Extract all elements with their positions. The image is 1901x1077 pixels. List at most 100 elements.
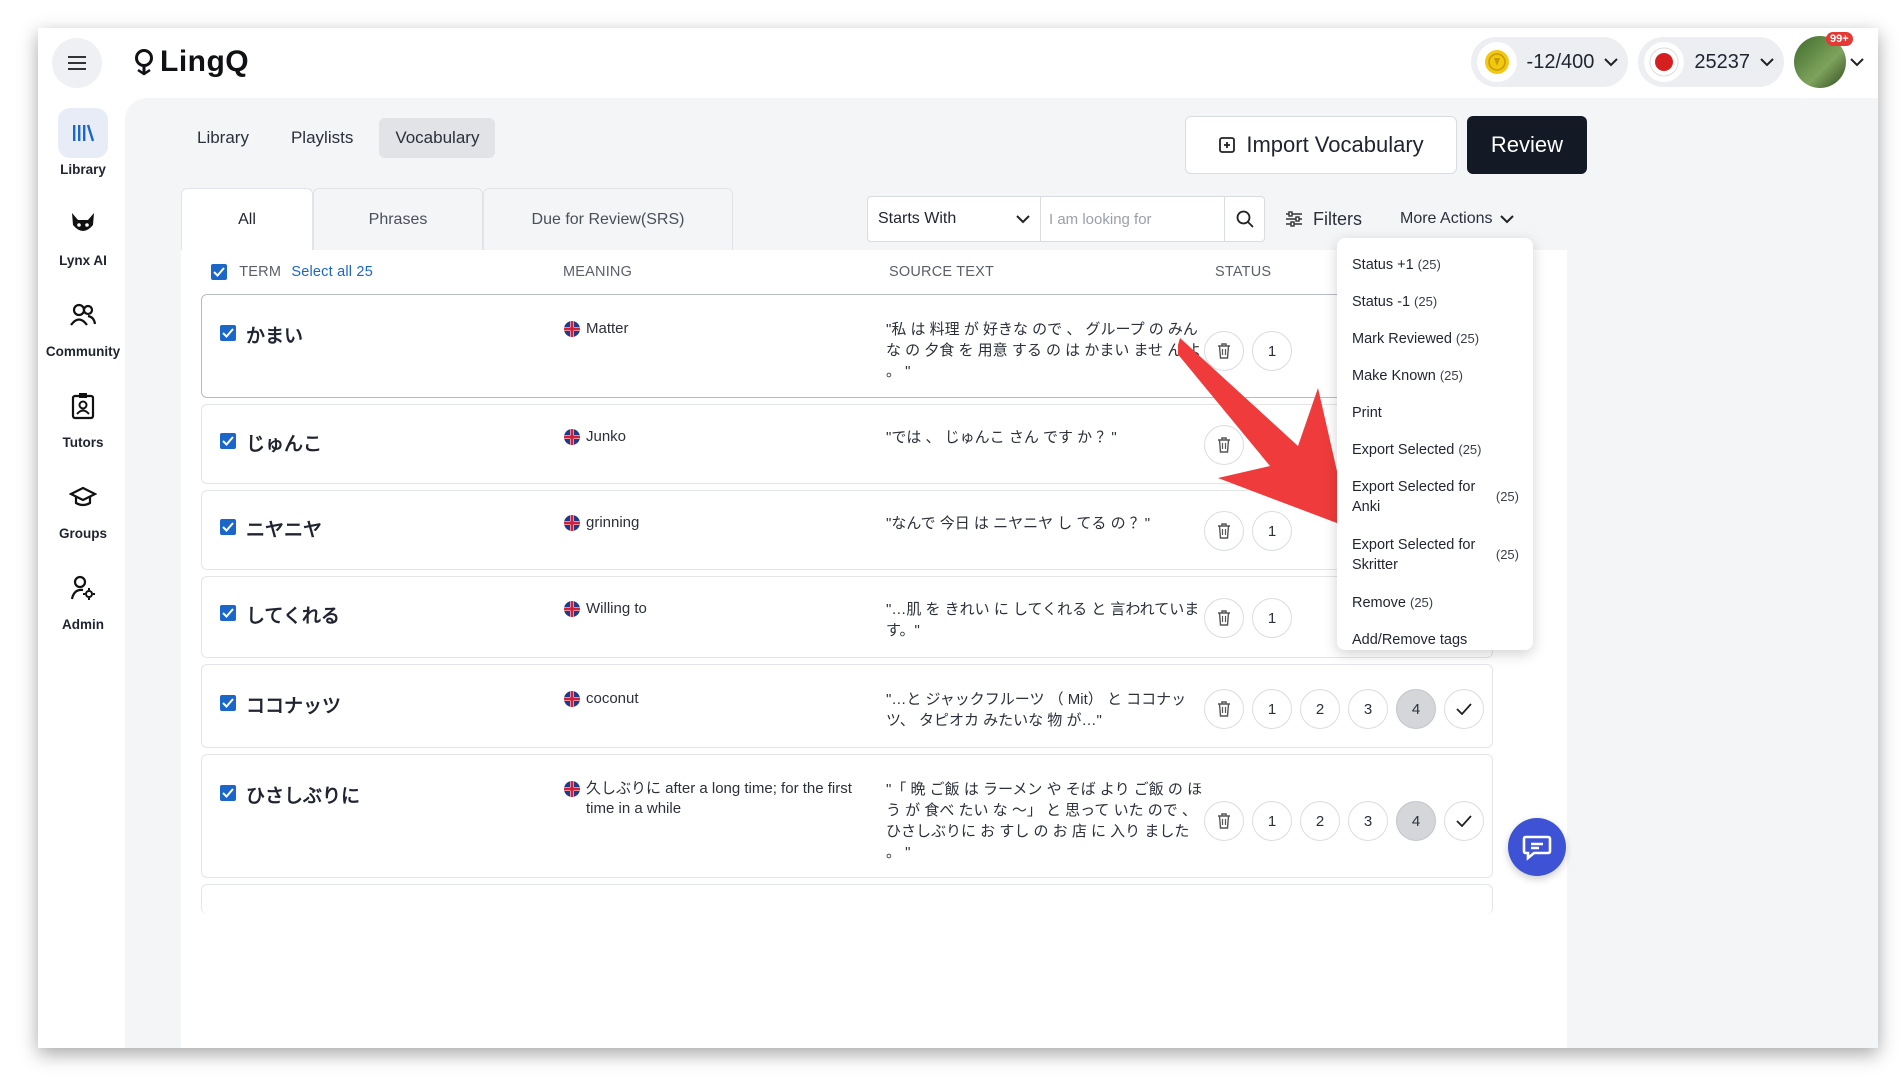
row-meaning: grinning [564,513,864,533]
menu-item-count: (25) [1455,330,1480,346]
menu-item-label: Export Selected for Anki [1352,479,1476,515]
menu-item-add-remove-tags[interactable]: Add/Remove tags [1337,621,1533,658]
sidebar-item-community[interactable]: Community [38,290,128,359]
menu-item-make-known[interactable]: Make Known (25) [1337,357,1533,394]
sidebar-item-groups[interactable]: Groups [38,472,128,541]
tab-playlists[interactable]: Playlists [275,118,369,158]
menu-item-status-plus-1[interactable]: Status +1 (25) [1337,246,1533,283]
table-row[interactable] [201,884,1493,914]
known-button[interactable] [1444,689,1484,729]
notification-badge: 99+ [1826,32,1853,46]
sidebar-item-lynx-ai[interactable]: Lynx AI [38,199,128,268]
subtab-phrases[interactable]: Phrases [313,188,483,250]
menu-item-status-minus-1[interactable]: Status -1 (25) [1337,283,1533,320]
row-term[interactable]: かまい [246,321,303,348]
uk-flag-icon [564,429,580,445]
hamburger-icon [68,56,86,70]
import-icon [1219,137,1236,153]
sidebar-item-admin[interactable]: Admin [38,563,128,632]
row-checkbox[interactable] [220,433,236,449]
sidebar-item-tutors[interactable]: Tutors [38,381,128,450]
header-right: -12/400 25237 99+ [1470,32,1864,88]
chevron-down-icon [1016,215,1030,224]
menu-item-remove[interactable]: Remove (25) [1337,584,1533,621]
menu-item-print[interactable]: Print [1337,394,1533,431]
menu-item-label: Status -1 [1352,293,1411,310]
more-actions-button[interactable]: More Actions [1400,210,1515,228]
row-term[interactable]: ひさしぶりに [246,781,360,808]
filters-icon [1286,211,1302,227]
table-row[interactable]: してくれる Willing to "…肌 を きれい に してくれる と 言われ… [201,576,1493,658]
subtab-due-for-review[interactable]: Due for Review(SRS) [483,188,733,250]
row-meaning: Matter [564,319,864,339]
row-source: "…肌 を きれい に してくれる と 言われていま す。" [886,601,1200,639]
sidebar-item-library[interactable]: Library [38,108,128,177]
top-tabs: Library Playlists Vocabulary [181,118,496,158]
table-row[interactable]: ひさしぶりに 久しぶりに after a long time; for the … [201,754,1493,878]
review-button[interactable]: Review [1467,116,1587,174]
subtab-all[interactable]: All [181,188,313,250]
sidebar: Library Lynx AI Community Tutors Groups [38,108,128,654]
status-1-button[interactable]: 1 [1252,801,1292,841]
import-vocabulary-button[interactable]: Import Vocabulary [1185,116,1457,174]
checkmark-icon [1456,815,1472,827]
filters-button[interactable]: Filters [1285,209,1362,230]
menu-item-mark-reviewed[interactable]: Mark Reviewed (25) [1337,320,1533,357]
hamburger-menu-button[interactable] [52,38,102,88]
row-checkbox[interactable] [220,695,236,711]
uk-flag-icon [564,321,580,337]
check-icon [222,522,234,532]
row-checkbox[interactable] [220,325,236,341]
search-input[interactable] [1041,196,1225,242]
coins-pill[interactable]: -12/400 [1470,37,1629,87]
menu-item-count: (25) [1458,441,1482,457]
search-mode-select[interactable]: Starts With [867,196,1041,242]
status-4-button[interactable]: 4 [1396,801,1436,841]
tab-library[interactable]: Library [181,118,265,158]
table-row[interactable]: ココナッツ coconut "…と ジャックフルーツ （ Mit） と ココナッ… [201,664,1493,748]
row-term[interactable]: ココナッツ [246,691,341,718]
row-checkbox[interactable] [220,519,236,535]
delete-button[interactable] [1204,801,1244,841]
status-1-button[interactable]: 1 [1252,689,1292,729]
status-1-button[interactable]: 1 [1252,598,1292,638]
row-checkbox[interactable] [220,785,236,801]
menu-item-label: Export Selected for Skritter [1352,537,1476,573]
row-term[interactable]: してくれる [246,601,340,628]
menu-item-export-skritter[interactable]: Export Selected for Skritter (25) [1337,526,1533,584]
menu-item-label: Print [1352,404,1382,421]
known-button[interactable] [1444,801,1484,841]
menu-item-export-selected[interactable]: Export Selected (25) [1337,431,1533,468]
row-meaning: Willing to [564,599,864,619]
library-icon [58,108,108,158]
status-2-button[interactable]: 2 [1300,689,1340,729]
menu-item-export-anki[interactable]: Export Selected for Anki (25) [1337,468,1533,526]
profile-menu[interactable]: 99+ [1794,32,1864,88]
row-term[interactable]: ニヤニヤ [246,515,322,542]
meaning-text: 久しぶりに after a long time; for the first t… [586,780,852,817]
chat-button[interactable] [1508,818,1566,876]
language-pill[interactable]: 25237 [1638,37,1784,87]
status-4-button[interactable]: 4 [1396,689,1436,729]
select-all-checkbox[interactable] [211,264,227,281]
search-mode-value: Starts With [878,210,957,227]
more-actions-dropdown: Status +1 (25) Status -1 (25) Mark Reviewe… [1337,238,1533,650]
more-actions-label: More Actions [1400,210,1493,227]
sidebar-item-label: Community [45,344,121,359]
status-3-button[interactable]: 3 [1348,801,1388,841]
logo[interactable]: LingQ [134,45,249,79]
delete-button[interactable] [1204,598,1244,638]
select-all-link[interactable]: Select all 25 [291,264,373,280]
row-checkbox[interactable] [220,605,236,621]
menu-item-count: (25) [1414,293,1438,309]
row-source: "なんで 今日 は ニヤニヤ し てる の ？" [886,515,1151,532]
row-meaning: 久しぶりに after a long time; for the first t… [564,779,864,819]
trash-icon [1218,610,1230,626]
source-column-header: SOURCE TEXT [889,264,995,280]
delete-button[interactable] [1204,689,1244,729]
tab-vocabulary[interactable]: Vocabulary [379,118,496,158]
search-button[interactable] [1225,196,1265,242]
status-2-button[interactable]: 2 [1300,801,1340,841]
status-3-button[interactable]: 3 [1348,689,1388,729]
row-term[interactable]: じゅんこ [246,429,322,456]
